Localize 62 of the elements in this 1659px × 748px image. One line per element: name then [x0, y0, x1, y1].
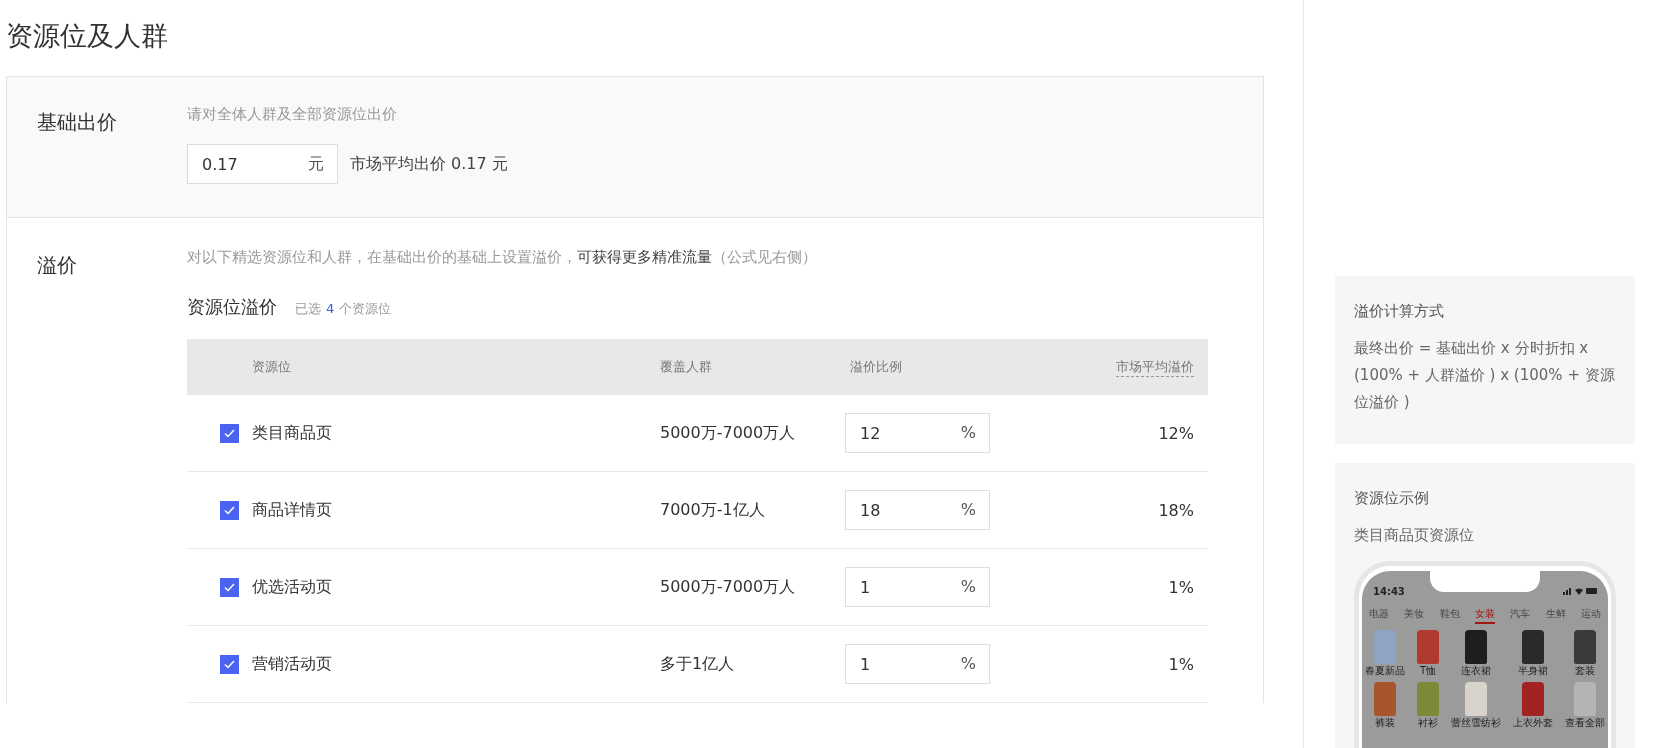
product-label: 蕾丝雪纺衫 [1451, 716, 1501, 730]
section-label: 基础出价 [37, 109, 118, 136]
card-title: 资源位示例 [1354, 489, 1430, 508]
product-label: 连衣裙 [1461, 664, 1491, 678]
table-cell-text: 优选活动页 [251, 576, 333, 598]
category-tab[interactable]: 汽车 [1510, 607, 1531, 624]
product-label: 上衣外套 [1513, 716, 1553, 730]
subsection-title: 资源位溢价 [187, 295, 277, 319]
product-label: 春夏新品 [1365, 664, 1405, 678]
product-label: 套装 [1575, 664, 1595, 678]
selected-label: 个资源位 [339, 301, 392, 316]
checkmark-icon [224, 428, 235, 438]
table-cell-text: 18% [1157, 500, 1195, 520]
status-time: 14:43 [1373, 585, 1405, 597]
description-text: 对以下精选资源位和人群，在基础出价的基础上设置溢价，可获得更多精准流量（公式见右侧） [187, 248, 818, 267]
table-cell-text: 商品详情页 [251, 499, 333, 521]
checkmark-icon [224, 659, 235, 669]
category-tab[interactable]: 生鲜 [1545, 607, 1566, 624]
unit-label: % [960, 423, 976, 442]
checkbox[interactable] [220, 577, 239, 597]
status-icons [1563, 587, 1597, 595]
checkmark-icon [224, 505, 235, 515]
table-cell-text: 多于1亿人 [659, 653, 736, 675]
unit-label: % [960, 500, 976, 519]
table-cell-text: 5000万-7000万人 [659, 576, 797, 598]
category-tab[interactable]: 运动 [1580, 607, 1601, 624]
category-tab[interactable]: 美妆 [1404, 607, 1425, 624]
column-header: 溢价比例 [849, 358, 903, 376]
page-title: 资源位及人群 [6, 19, 169, 53]
category-tab[interactable]: 鞋包 [1439, 607, 1460, 624]
hint-text: 请对全体人群及全部资源位出价 [187, 105, 398, 124]
category-tab[interactable]: 女装 [1475, 607, 1495, 624]
product-label: 半身裙 [1518, 664, 1548, 678]
column-header: 资源位 [251, 358, 292, 376]
product-label: 查看全部 [1565, 716, 1605, 730]
card-title: 溢价计算方式 [1354, 302, 1445, 321]
product-label: T恤 [1419, 664, 1437, 678]
market-average-text: 市场平均出价 0.17 元 [350, 153, 508, 175]
unit-label: 元 [308, 154, 324, 175]
table-cell-text: 5000万-7000万人 [659, 422, 797, 444]
table-cell-text: 7000万-1亿人 [659, 499, 766, 521]
unit-label: % [960, 577, 976, 596]
checkbox[interactable] [220, 654, 239, 674]
column-header: 市场平均溢价 [1116, 359, 1194, 377]
table-cell-text: 1% [1167, 577, 1195, 597]
table-cell-text: 12% [1157, 423, 1195, 443]
category-tab[interactable]: 电器 [1369, 607, 1389, 624]
checkbox[interactable] [220, 500, 239, 520]
checkbox[interactable] [220, 423, 239, 443]
table-cell-text: 营销活动页 [251, 653, 333, 675]
section-label: 溢价 [37, 252, 78, 279]
selected-count: 4 [326, 301, 335, 316]
table-cell-text: 1% [1167, 654, 1195, 674]
checkmark-icon [224, 582, 235, 592]
column-header: 覆盖人群 [659, 358, 713, 376]
unit-label: % [960, 654, 976, 673]
selected-label: 已选 [295, 301, 321, 316]
card-subtitle: 类目商品页资源位 [1354, 525, 1475, 546]
formula-text: 最终出价 = 基础出价 x 分时折扣 x (100% + 人群溢价 ) x (100% + 资源位溢价 ) [1354, 338, 1616, 413]
product-label: 裤装 [1375, 716, 1395, 730]
table-cell-text: 类目商品页 [251, 422, 333, 444]
product-label: 衬衫 [1418, 716, 1438, 730]
